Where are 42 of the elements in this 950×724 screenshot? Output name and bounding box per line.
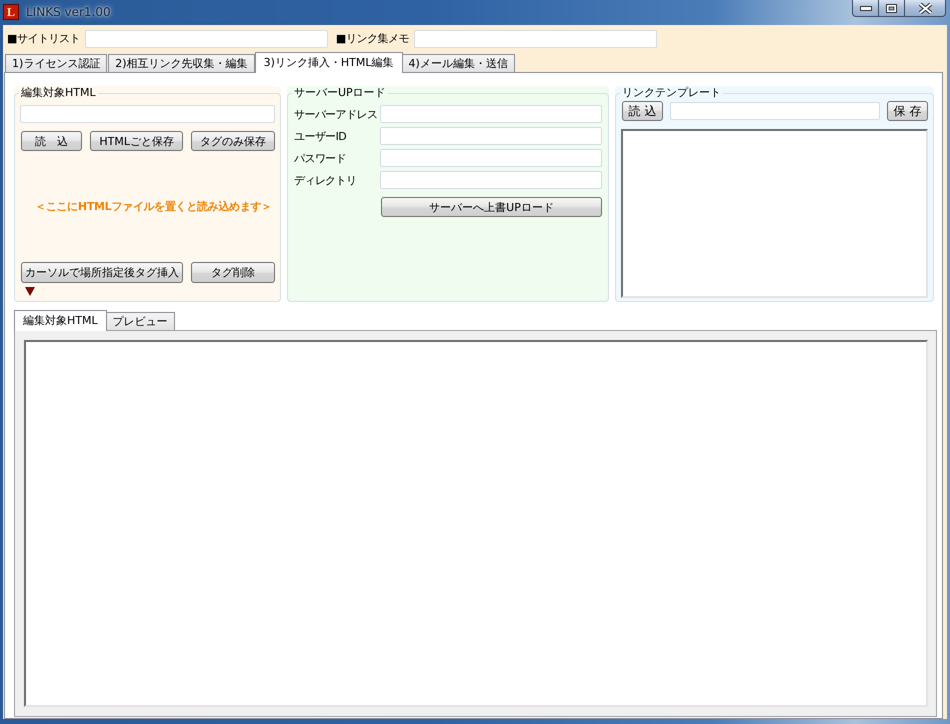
action-button[interactable]: HTMLごと保存 [90, 131, 184, 151]
field-label: パスワード [294, 150, 348, 166]
close-button[interactable] [905, 0, 946, 17]
close-icon [918, 2, 932, 14]
maximize-button[interactable] [879, 0, 905, 17]
group-title: サーバーUPロード [292, 86, 388, 100]
tab[interactable]: 編集対象HTML [14, 310, 107, 331]
maximize-icon [886, 4, 897, 12]
tab[interactable]: 3)リンク挿入・HTML編集 [254, 52, 402, 73]
text-field[interactable] [84, 30, 328, 48]
text-field[interactable] [380, 127, 602, 145]
template-name-field[interactable] [670, 102, 880, 120]
minimize-button[interactable] [852, 0, 879, 17]
file-path-field[interactable] [20, 105, 275, 123]
load-button[interactable]: 読 込 [622, 101, 663, 121]
drop-hint: ＜ここにHTMLファイルを置くと読み込めます＞ [35, 199, 272, 214]
text-field[interactable] [380, 149, 602, 167]
tab[interactable]: 2)相互リンク先収集・編集 [108, 54, 255, 72]
text-field[interactable] [414, 30, 657, 48]
field-label: ■リンク集メモ [336, 31, 409, 46]
text-field[interactable] [380, 105, 602, 123]
down-triangle-icon [25, 287, 35, 296]
save-button[interactable]: 保 存 [887, 101, 928, 121]
action-button[interactable]: タグ削除 [191, 262, 275, 283]
tab[interactable]: 4)メール編集・送信 [402, 54, 515, 72]
app-logo: L [3, 4, 19, 20]
minimize-icon [860, 6, 872, 10]
group-title: リンクテンプレート [620, 86, 723, 100]
action-button[interactable]: カーソルで場所指定後タグ挿入 [21, 262, 184, 283]
window-title: LINKS ver1.00 [26, 5, 111, 19]
field-label: ディレクトリ [294, 172, 358, 188]
action-button[interactable]: タグのみ保存 [191, 131, 275, 151]
group-title: 編集対象HTML [19, 86, 98, 100]
tab[interactable]: 1)ライセンス認証 [5, 54, 108, 72]
field-label: ユーザーID [294, 128, 348, 144]
action-button[interactable]: 読 込 [21, 131, 82, 151]
upload-button[interactable]: サーバーへ上書UPロード [381, 197, 602, 217]
text-field[interactable] [380, 171, 602, 189]
field-label: ■サイトリスト [7, 31, 80, 46]
field-label: サーバーアドレス [294, 106, 378, 122]
template-text-area[interactable] [621, 129, 928, 298]
tab[interactable]: プレビュー [106, 312, 175, 330]
